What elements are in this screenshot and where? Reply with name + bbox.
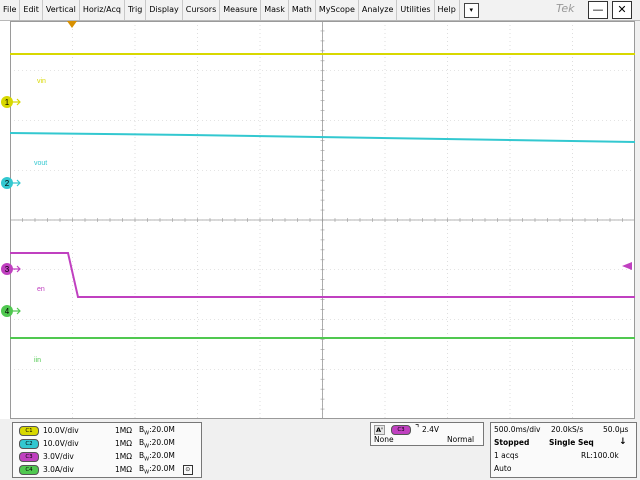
trigger-panel[interactable]: A' C3 ⌝ 2.4V None Normal xyxy=(370,422,484,446)
acquisition-state: Stopped xyxy=(494,438,530,447)
ch4-scale: 3.0A/div xyxy=(43,465,74,474)
ch1-scale: 10.0V/div xyxy=(43,426,79,435)
menu-cursors[interactable]: Cursors xyxy=(183,0,221,20)
ch4-settings-row[interactable]: C4 3.0A/div 1MΩ BW:20.0M ⊙ xyxy=(19,464,193,475)
menu-file[interactable]: File xyxy=(0,0,21,20)
ch4-trace-label: iin xyxy=(34,357,41,364)
waveform-display[interactable]: vin vout en iin xyxy=(10,21,635,419)
trigger-type: Normal xyxy=(447,435,475,444)
menu-myscope[interactable]: MyScope xyxy=(316,0,359,20)
menu-help[interactable]: Help xyxy=(435,0,460,20)
ch2-bandwidth: BW:20.0M xyxy=(139,437,175,450)
down-arrow-icon: ↓ xyxy=(619,437,627,447)
trigger-source-badge: C3 xyxy=(391,425,411,435)
ch2-badge[interactable]: C2 xyxy=(19,438,39,449)
status-area: C1 10.0V/div 1MΩ BW:20.0M C2 10.0V/div 1… xyxy=(0,420,640,480)
ch4-badge[interactable]: C4 xyxy=(19,464,39,475)
run-mode: Auto xyxy=(494,464,512,473)
trigger-level: 2.4V xyxy=(422,425,440,434)
channel-settings-panel: C1 10.0V/div 1MΩ BW:20.0M C2 10.0V/div 1… xyxy=(12,422,202,478)
ch2-marker-label: 2 xyxy=(5,179,10,188)
menu-edit[interactable]: Edit xyxy=(20,0,43,20)
ch4-bandwidth: BW:20.0M xyxy=(139,463,175,476)
ch1-trace-label: vin xyxy=(37,78,46,85)
acquisition-count: 1 acqs xyxy=(494,451,519,460)
sample-resolution: 50.0μs xyxy=(603,425,629,434)
close-button[interactable]: ✕ xyxy=(612,1,632,19)
menu-bar: File Edit Vertical Horiz/Acq Trig Displa… xyxy=(0,0,640,21)
menu-trig[interactable]: Trig xyxy=(125,0,147,20)
ch1-marker-label: 1 xyxy=(5,98,10,107)
acquisition-panel[interactable]: 500.0ms/div 20.0kS/s 50.0μs Stopped Sing… xyxy=(490,422,637,478)
menu-vertical[interactable]: Vertical xyxy=(43,0,80,20)
timebase: 500.0ms/div xyxy=(494,425,541,434)
menu-dropdown-button[interactable]: ▾ xyxy=(463,2,479,18)
sample-rate: 20.0kS/s xyxy=(551,425,584,434)
ch2-impedance: 1MΩ xyxy=(115,439,132,448)
record-length: RL:100.0k xyxy=(581,451,619,460)
menu-display[interactable]: Display xyxy=(146,0,183,20)
ch4-impedance: 1MΩ xyxy=(115,465,132,474)
trigger-slope-icon: ⌝ xyxy=(415,424,420,434)
acquisition-sequence: Single Seq xyxy=(549,438,594,447)
ch4-marker-arrow xyxy=(13,307,21,315)
ch2-trace-label: vout xyxy=(34,160,47,167)
ch3-settings-row[interactable]: C3 3.0V/div 1MΩ BW:20.0M xyxy=(19,451,175,462)
ch2-marker-arrow xyxy=(13,179,21,187)
channel-markers: 1 2 3 4 xyxy=(1,96,21,317)
menu-math[interactable]: Math xyxy=(289,0,316,20)
menu-measure[interactable]: Measure xyxy=(220,0,262,20)
ch2-settings-row[interactable]: C2 10.0V/div 1MΩ BW:20.0M xyxy=(19,438,175,449)
probe-icon[interactable]: ⊙ xyxy=(182,464,193,475)
menu-horiz-acq[interactable]: Horiz/Acq xyxy=(80,0,125,20)
ch3-marker-arrow xyxy=(13,265,21,273)
minimize-button[interactable]: — xyxy=(588,1,608,19)
ch1-badge[interactable]: C1 xyxy=(19,425,39,436)
brand-logo: Tek xyxy=(556,2,575,15)
menu-analyze[interactable]: Analyze xyxy=(359,0,398,20)
ch3-impedance: 1MΩ xyxy=(115,452,132,461)
trigger-mode: A' xyxy=(374,425,386,435)
ch3-badge[interactable]: C3 xyxy=(19,451,39,462)
ch3-scale: 3.0V/div xyxy=(43,452,74,461)
menu-utilities[interactable]: Utilities xyxy=(397,0,435,20)
ch4-marker-label: 4 xyxy=(5,307,10,316)
ch1-impedance: 1MΩ xyxy=(115,426,132,435)
ch3-trace-label: en xyxy=(37,286,45,293)
ch3-marker-label: 3 xyxy=(5,265,10,274)
ch3-bandwidth: BW:20.0M xyxy=(139,450,175,463)
ch1-settings-row[interactable]: C1 10.0V/div 1MΩ BW:20.0M xyxy=(19,425,175,436)
menu-mask[interactable]: Mask xyxy=(261,0,289,20)
ch1-marker-arrow xyxy=(13,98,21,106)
ch2-scale: 10.0V/div xyxy=(43,439,79,448)
ch1-bandwidth: BW:20.0M xyxy=(139,424,175,437)
trigger-coupling: None xyxy=(374,435,394,444)
